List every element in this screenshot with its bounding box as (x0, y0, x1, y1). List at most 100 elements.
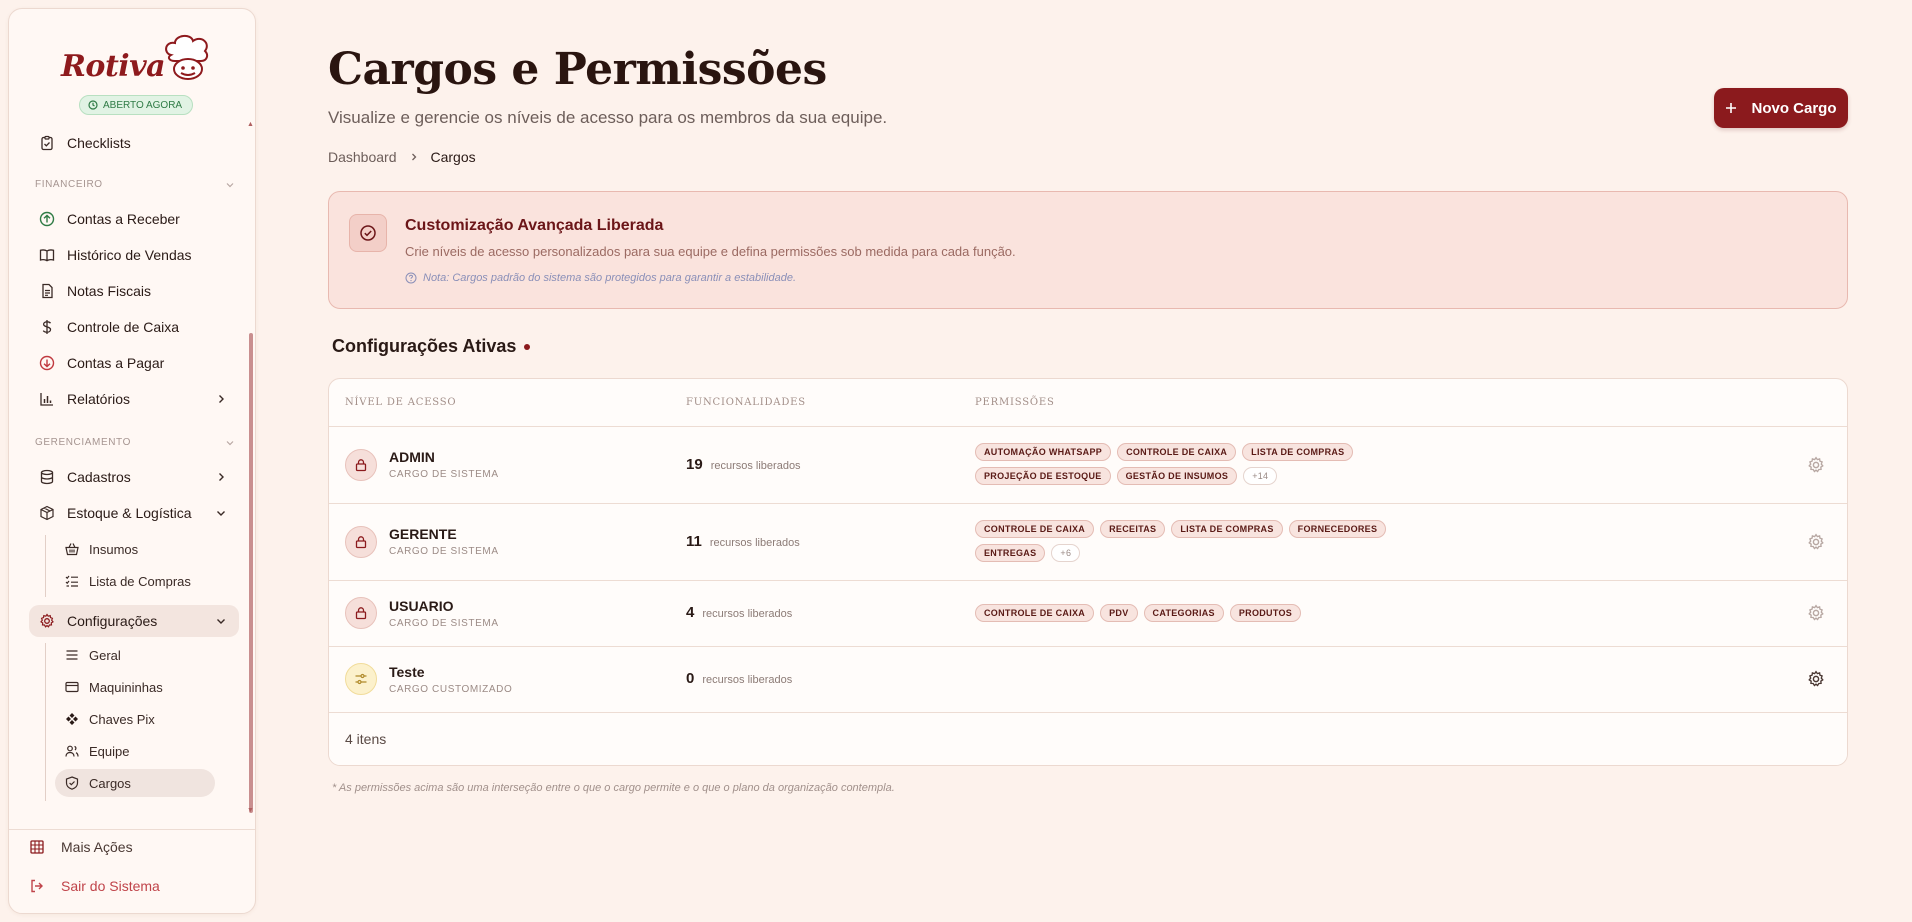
permission-chip: FORNECEDORES (1288, 520, 1387, 538)
submenu-guide-line (45, 643, 46, 801)
role-avatar (345, 526, 377, 558)
sidebar-subitem-geral[interactable]: Geral (55, 641, 215, 669)
more-actions-label: Mais Ações (61, 839, 133, 855)
sidebar-item-label: Notas Fiscais (67, 283, 152, 299)
role-settings-gear-icon[interactable] (1807, 604, 1825, 622)
banner-note: Nota: Cargos padrão do sistema são prote… (405, 272, 796, 284)
new-role-button[interactable]: Novo Cargo (1714, 88, 1848, 128)
chevron-down-icon (226, 182, 234, 187)
sidebar-subitem-label: Chaves Pix (89, 711, 155, 727)
section-header-financeiro[interactable]: FINANCEIRO (35, 179, 235, 190)
column-header-access-level: NÍVEL DE ACESSO (345, 397, 457, 408)
permission-chip: PDV (1100, 604, 1138, 622)
status-badge-label: ABERTO AGORA (103, 99, 183, 111)
sidebar-item-estoque-logistica[interactable]: Estoque & Logística (29, 497, 239, 529)
role-name: USUARIO (389, 598, 454, 614)
sidebar-item-controle-caixa[interactable]: Controle de Caixa (29, 311, 239, 343)
logout-button[interactable]: Sair do Sistema (29, 871, 160, 901)
sidebar-item-cadastros[interactable]: Cadastros (29, 461, 239, 493)
section-label: FINANCEIRO (35, 179, 103, 190)
table-row[interactable]: USUARIO CARGO DE SISTEMA 4 recursos libe… (329, 580, 1847, 646)
sidebar-subitem-lista-compras[interactable]: Lista de Compras (55, 567, 215, 595)
table-row[interactable]: Teste CARGO CUSTOMIZADO 0 recursos liber… (329, 646, 1847, 712)
breadcrumb-dashboard-link[interactable]: Dashboard (328, 149, 397, 165)
sidebar-item-label: Contas a Pagar (67, 355, 165, 371)
table-row[interactable]: GERENTE CARGO DE SISTEMA 11 recursos lib… (329, 503, 1847, 580)
lock-icon (355, 536, 367, 549)
file-text-icon (42, 283, 53, 299)
role-settings-gear-icon[interactable] (1807, 456, 1825, 474)
footnote: * As permissões acima são uma interseção… (332, 782, 895, 794)
permission-chip: CATEGORIAS (1143, 604, 1224, 622)
section-header-gerenciamento[interactable]: GERENCIAMENTO (35, 437, 235, 448)
role-name: GERENTE (389, 526, 457, 542)
role-settings-gear-icon[interactable] (1807, 670, 1825, 688)
role-type: CARGO DE SISTEMA (389, 618, 499, 629)
permission-chip: AUTOMAÇÃO WHATSAPP (975, 443, 1112, 461)
more-permissions-chip[interactable]: +6 (1051, 544, 1081, 562)
role-avatar (345, 449, 377, 481)
features-count-label: recursos liberados (702, 608, 793, 620)
sidebar-subitem-insumos[interactable]: Insumos (55, 535, 215, 563)
permission-chip: LISTA DE COMPRAS (1171, 520, 1283, 538)
sidebar-subitem-chaves-pix[interactable]: Chaves Pix (55, 705, 215, 733)
chevron-right-icon (219, 395, 224, 403)
sidebar-item-relatorios[interactable]: Relatórios (29, 383, 239, 415)
app-logo[interactable]: Rotiva (61, 49, 166, 84)
chevron-right-icon (411, 153, 416, 161)
permission-chips: CONTROLE DE CAIXA RECEITAS LISTA DE COMP… (975, 520, 1395, 562)
sidebar-item-historico-vendas[interactable]: Histórico de Vendas (29, 239, 239, 271)
table-row[interactable]: ADMIN CARGO DE SISTEMA 19 recursos liber… (329, 426, 1847, 503)
roles-table: NÍVEL DE ACESSO FUNCIONALIDADES PERMISSÕ… (328, 378, 1848, 766)
sidebar-subitem-cargos[interactable]: Cargos (55, 769, 215, 797)
help-circle-icon (405, 272, 417, 284)
book-open-icon (39, 249, 55, 262)
chevron-down-icon (217, 511, 225, 516)
role-type: CARGO DE SISTEMA (389, 546, 499, 557)
sidebar-item-checklists[interactable]: Checklists (29, 127, 239, 159)
role-name: Teste (389, 664, 425, 680)
role-settings-gear-icon[interactable] (1807, 533, 1825, 551)
features-count-label: recursos liberados (709, 537, 800, 549)
features-count-number: 19 (686, 456, 703, 473)
sidebar-item-contas-pagar[interactable]: Contas a Pagar (29, 347, 239, 379)
sidebar-item-notas-fiscais[interactable]: Notas Fiscais (29, 275, 239, 307)
submenu-guide-line (45, 535, 46, 597)
check-circle-icon (360, 225, 376, 241)
more-permissions-chip[interactable]: +14 (1243, 467, 1278, 485)
new-role-label: Novo Cargo (1751, 99, 1837, 117)
permission-chip: PROJEÇÃO DE ESTOQUE (975, 467, 1111, 485)
column-header-features: FUNCIONALIDADES (686, 397, 806, 408)
sidebar-item-label: Estoque & Logística (67, 505, 192, 521)
arrow-up-circle-icon (39, 211, 55, 227)
more-actions-button[interactable]: Mais Ações (29, 832, 133, 862)
sidebar-subitem-label: Equipe (89, 743, 130, 759)
sidebar: Rotiva ABERTO AGORA ▲ ▼ Checklists FINAN… (8, 8, 256, 914)
database-icon (40, 469, 54, 485)
items-total: 4 itens (345, 731, 387, 747)
column-header-permissions: PERMISSÕES (975, 397, 1055, 408)
chevron-right-icon (219, 473, 224, 481)
lock-icon (355, 607, 367, 620)
chevron-down-icon (217, 619, 225, 624)
credit-card-icon (65, 681, 79, 693)
plus-icon (1726, 103, 1737, 113)
sidebar-item-contas-receber[interactable]: Contas a Receber (29, 203, 239, 235)
features-count-label: recursos liberados (702, 674, 793, 686)
permission-chip: CONTROLE DE CAIXA (975, 520, 1095, 538)
sidebar-scrollbar[interactable] (249, 333, 253, 813)
logout-icon (31, 879, 43, 893)
role-avatar (345, 597, 377, 629)
sidebar-subitem-maquininhas[interactable]: Maquininhas (55, 673, 215, 701)
features-count-number: 11 (686, 533, 702, 550)
shield-check-icon (65, 776, 79, 790)
features-count: 11 recursos liberados (686, 533, 800, 550)
sidebar-item-label: Cadastros (67, 469, 131, 485)
sidebar-item-configuracoes[interactable]: Configurações (29, 605, 239, 637)
permission-chip: CONTROLE DE CAIXA (975, 604, 1095, 622)
sidebar-subitem-label: Insumos (89, 541, 139, 557)
status-badge: ABERTO AGORA (79, 95, 194, 115)
permission-chip: RECEITAS (1100, 520, 1166, 538)
sidebar-subitem-equipe[interactable]: Equipe (55, 737, 215, 765)
chef-mascot-icon (165, 35, 209, 80)
